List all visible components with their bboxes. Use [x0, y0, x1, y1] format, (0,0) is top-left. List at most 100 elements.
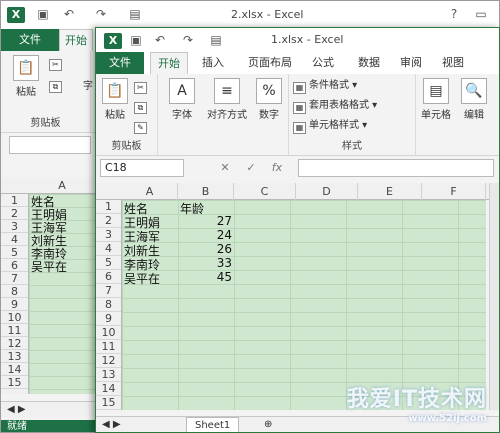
col-header[interactable]: C — [234, 183, 296, 200]
back-row-num[interactable]: 5 — [1, 246, 28, 259]
paste-button[interactable]: 📋 粘贴 — [100, 78, 130, 121]
back-cut-icon[interactable]: ✂ — [49, 55, 65, 71]
col-header[interactable]: B — [178, 183, 234, 200]
sheet-tab-sheet1[interactable]: Sheet1 — [186, 417, 240, 432]
row-num[interactable]: 2 — [96, 214, 121, 228]
back-row-num[interactable]: 11 — [1, 324, 28, 337]
save-icon[interactable]: ▣ — [128, 32, 144, 48]
back-sheet-grid[interactable]: 姓名 王明娟 王海军 刘新生 李南玲 吴平在 — [29, 194, 96, 394]
font-icon: A — [169, 78, 195, 104]
sheet-grid[interactable]: 姓名 年龄 王明娟 王海军 刘新生 李南玲 吴平在 27 24 26 33 45 — [122, 200, 486, 410]
cell-age[interactable]: 45 — [180, 270, 232, 284]
tab-data[interactable]: 数据 — [352, 52, 386, 74]
vertical-scrollbar[interactable] — [489, 183, 499, 410]
styles-label: 样式 — [342, 141, 362, 152]
back-clipboard-group: 📋 粘贴 ✂ ⧉ 字 剪贴板 — [1, 51, 93, 132]
back-row-num[interactable]: 7 — [1, 272, 28, 285]
back-paste-button[interactable]: 📋 粘贴 — [11, 55, 41, 98]
row-num[interactable]: 8 — [96, 298, 121, 312]
front-ribbon-tabs: 文件 开始 插入 页面布局 公式 数据 审阅 视图 — [96, 52, 499, 74]
formula-input[interactable] — [298, 159, 494, 177]
format-as-table-button[interactable]: ▦ 套用表格格式 ▾ — [293, 98, 377, 114]
back-row-num[interactable]: 13 — [1, 350, 28, 363]
help-icon[interactable]: ? — [446, 6, 462, 22]
back-row-num[interactable]: 2 — [1, 207, 28, 220]
row-num[interactable]: 7 — [96, 284, 121, 298]
back-copy-icon[interactable]: ⧉ — [49, 77, 65, 93]
row-num[interactable]: 6 — [96, 270, 121, 284]
row-num[interactable]: 14 — [96, 382, 121, 396]
row-num[interactable]: 5 — [96, 256, 121, 270]
save-icon[interactable]: ▣ — [35, 6, 51, 22]
clipboard-label: 剪贴板 — [111, 141, 142, 152]
function-icon[interactable]: fx — [268, 159, 286, 177]
back-row-num[interactable]: 1 — [1, 194, 28, 207]
add-sheet-icon[interactable]: ⊕ — [264, 417, 272, 432]
back-row-num[interactable]: 4 — [1, 233, 28, 246]
row-num[interactable]: 1 — [96, 200, 121, 214]
tab-view[interactable]: 视图 — [436, 52, 470, 74]
back-row-num[interactable]: 3 — [1, 220, 28, 233]
cell-age[interactable]: 26 — [180, 242, 232, 256]
cells-button[interactable]: ▤ 单元格 — [418, 78, 454, 121]
number-button[interactable]: % 数字 — [252, 78, 286, 121]
row-num[interactable]: 4 — [96, 242, 121, 256]
sheet-nav-icon[interactable]: ◀ ▶ — [102, 417, 121, 432]
cell-name[interactable]: 吴平在 — [124, 270, 160, 287]
excel-logo-icon: X — [7, 7, 25, 23]
col-header[interactable]: F — [422, 183, 486, 200]
cell-age[interactable]: 24 — [180, 228, 232, 242]
editing-button[interactable]: 🔍 编辑 — [456, 78, 492, 121]
back-row-num[interactable]: 10 — [1, 311, 28, 324]
back-sheet-prev-icon[interactable]: ◀ ▶ — [7, 402, 26, 418]
col-header[interactable]: E — [358, 183, 422, 200]
row-num[interactable]: 9 — [96, 312, 121, 326]
cell-styles-button[interactable]: ▦ 单元格样式 ▾ — [293, 118, 367, 134]
back-row-num[interactable]: 12 — [1, 337, 28, 350]
cell-age[interactable]: 33 — [180, 256, 232, 270]
tab-insert[interactable]: 插入 — [196, 52, 230, 74]
cell-age[interactable]: 27 — [180, 214, 232, 228]
name-box[interactable]: C18 — [100, 159, 184, 177]
row-num[interactable]: 13 — [96, 368, 121, 382]
alignment-button[interactable]: ≡ 对齐方式 — [204, 78, 250, 121]
cut-icon[interactable]: ✂ — [134, 78, 150, 94]
back-tab-file[interactable]: 文件 — [1, 29, 59, 51]
enter-icon[interactable]: ✓ — [242, 159, 260, 177]
undo-icon[interactable]: ↶ — [61, 6, 77, 22]
back-name-box[interactable] — [9, 136, 91, 154]
row-num[interactable]: 10 — [96, 326, 121, 340]
back-tab-home[interactable]: 开始 — [59, 29, 93, 51]
align-icon: ≡ — [214, 78, 240, 104]
format-painter-icon[interactable]: ✎ — [134, 118, 150, 134]
back-col-a[interactable]: A — [29, 177, 96, 194]
qat-customize-icon[interactable]: ▤ — [208, 32, 224, 48]
copy-icon[interactable]: ⧉ — [134, 98, 150, 114]
tab-formulas[interactable]: 公式 — [306, 52, 340, 74]
font-button[interactable]: A 字体 — [164, 78, 200, 121]
col-header[interactable]: D — [296, 183, 358, 200]
back-row-num[interactable]: 8 — [1, 285, 28, 298]
back-row-num[interactable]: 15 — [1, 376, 28, 389]
redo-icon[interactable]: ↷ — [93, 6, 109, 22]
qat-customize-icon[interactable]: ▤ — [127, 6, 143, 22]
tab-review[interactable]: 审阅 — [394, 52, 428, 74]
tab-file[interactable]: 文件 — [96, 52, 144, 74]
cancel-icon[interactable]: ✕ — [216, 159, 234, 177]
back-cell[interactable]: 吴平在 — [31, 258, 67, 275]
row-num[interactable]: 3 — [96, 228, 121, 242]
row-num[interactable]: 12 — [96, 354, 121, 368]
ribbon-display-icon[interactable]: ▭ — [473, 6, 489, 22]
col-header[interactable]: A — [122, 183, 178, 200]
tab-page-layout[interactable]: 页面布局 — [242, 52, 298, 74]
back-row-num[interactable]: 14 — [1, 363, 28, 376]
back-row-num[interactable]: 9 — [1, 298, 28, 311]
back-row-num[interactable]: 6 — [1, 259, 28, 272]
tab-home[interactable]: 开始 — [150, 52, 188, 74]
back-column-header: A — [1, 177, 96, 194]
redo-icon[interactable]: ↷ — [180, 32, 196, 48]
row-num[interactable]: 15 — [96, 396, 121, 410]
conditional-format-button[interactable]: ▦ 条件格式 ▾ — [293, 78, 357, 94]
undo-icon[interactable]: ↶ — [152, 32, 168, 48]
row-num[interactable]: 11 — [96, 340, 121, 354]
